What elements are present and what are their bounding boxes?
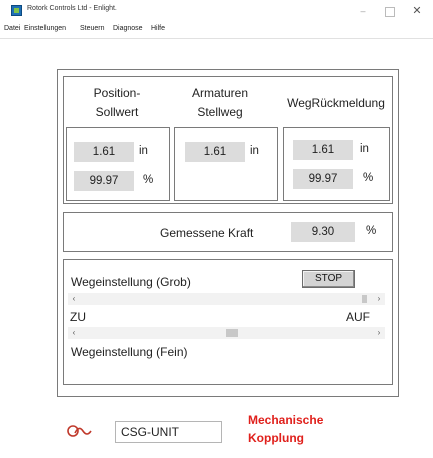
position-sollwert-unit-in: in — [139, 145, 148, 157]
gemessene-kraft-unit: % — [366, 225, 377, 237]
position-sollwert-value-in: 1.61 — [74, 142, 134, 162]
wegeinstellung-fein-label: Wegeinstellung (Fein) — [71, 345, 188, 359]
scroll-left-arrow-icon[interactable]: ‹ — [68, 327, 80, 339]
weg-rueckmeldung-unit-in: in — [360, 143, 369, 155]
coupling-warning-line-1: Mechanische — [248, 413, 324, 427]
menu-einstellungen[interactable]: Einstellungen — [24, 25, 66, 32]
menu-datei[interactable]: Datei — [4, 25, 20, 32]
position-sollwert-unit-pct: % — [143, 174, 154, 186]
position-sollwert-heading-2: Sollwert — [95, 105, 139, 119]
gemessene-kraft-value: 9.30 — [291, 222, 355, 242]
window-title: Rotork Controls Ltd - Enlight. — [27, 5, 117, 12]
rotork-app-icon — [11, 5, 22, 16]
armaturen-stellweg-value-in: 1.61 — [185, 142, 245, 162]
menu-diagnose[interactable]: Diagnose — [113, 25, 143, 32]
unit-type-field: CSG-UNIT — [115, 421, 222, 443]
menu-steuern[interactable]: Steuern — [80, 25, 105, 32]
weg-rueckmeldung-value-pct: 99.97 — [293, 169, 353, 189]
position-sollwert-value-pct: 99.97 — [74, 171, 134, 191]
stop-button[interactable]: STOP — [302, 270, 355, 288]
scroll-left-arrow-icon[interactable]: ‹ — [68, 293, 80, 305]
wegeinstellung-fein-scrollbar[interactable]: ‹ › — [68, 327, 385, 339]
mechanical-coupling-icon — [67, 425, 92, 437]
weg-rueckmeldung-unit-pct: % — [363, 172, 374, 184]
scroll-right-arrow-icon[interactable]: › — [373, 327, 385, 339]
wegeinstellung-grob-label: Wegeinstellung (Grob) — [71, 275, 191, 289]
gemessene-kraft-label: Gemessene Kraft — [160, 226, 254, 240]
wegeinstellung-grob-thumb[interactable] — [362, 295, 368, 303]
coupling-warning-line-2: Kopplung — [248, 431, 304, 445]
armaturen-stellweg-box — [174, 127, 278, 201]
wegeinstellung-grob-scrollbar[interactable]: ‹ › — [68, 293, 385, 305]
auf-label: AUF — [346, 310, 370, 324]
armaturen-stellweg-heading-1: Armaturen — [191, 86, 249, 100]
title-bar: Rotork Controls Ltd - Enlight. – ✕ — [0, 0, 433, 22]
menu-bar: Datei Einstellungen Steuern Diagnose Hil… — [0, 24, 433, 38]
armaturen-stellweg-unit-in: in — [250, 145, 259, 157]
armaturen-stellweg-heading-2: Stellweg — [197, 105, 243, 119]
position-sollwert-heading-1: Position- — [93, 86, 141, 100]
close-button[interactable]: ✕ — [407, 3, 427, 19]
zu-label: ZU — [70, 310, 86, 324]
maximize-button[interactable] — [380, 3, 400, 19]
weg-rueckmeldung-heading: WegRückmeldung — [287, 96, 385, 110]
scroll-right-arrow-icon[interactable]: › — [373, 293, 385, 305]
weg-rueckmeldung-value-in: 1.61 — [293, 140, 353, 160]
menu-hilfe[interactable]: Hilfe — [151, 25, 165, 32]
wegeinstellung-fein-thumb[interactable] — [226, 329, 239, 337]
minimize-button[interactable]: – — [353, 3, 373, 19]
weg-rueckmeldung-box — [283, 127, 390, 201]
